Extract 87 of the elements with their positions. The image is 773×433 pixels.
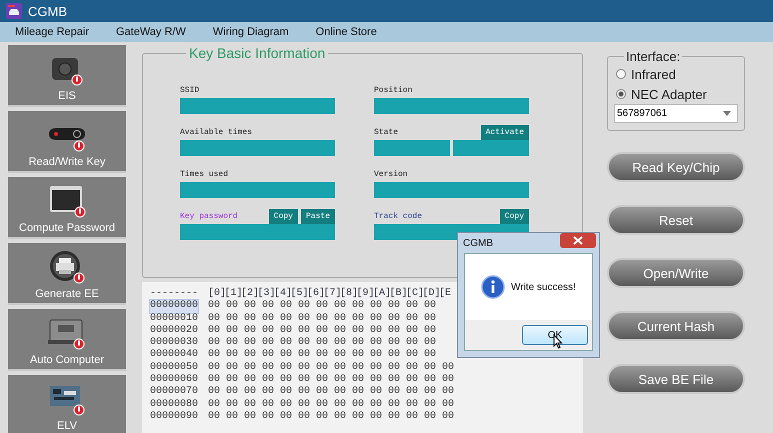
- column-header: [9]: [356, 288, 373, 300]
- column-header: [D]: [422, 288, 439, 300]
- field-label: Times used: [180, 170, 228, 181]
- field-label: State: [374, 128, 398, 139]
- column-header: [B]: [390, 288, 406, 300]
- action-button[interactable]: Current Hash: [607, 311, 745, 341]
- sidebar-item[interactable]: Auto Computer: [8, 309, 126, 371]
- menu-item[interactable]: GateWay R/W: [116, 26, 186, 38]
- app-logo-icon: [6, 3, 22, 19]
- input-field[interactable]: [374, 140, 450, 156]
- hex-offset[interactable]: 00000010: [150, 312, 198, 325]
- hex-offset[interactable]: 00000080: [150, 398, 198, 411]
- column-header: [8]: [340, 288, 356, 300]
- hex-bytes: 00 00 00 00 00 00 00 00 00 00 00 00 00: [208, 324, 436, 338]
- action-button[interactable]: Reset: [607, 205, 745, 235]
- column-header: [3]: [258, 288, 274, 300]
- hex-bytes: 00 00 00 00 00 00 00 00 00 00 00 00 00 00: [208, 386, 454, 399]
- input-field[interactable]: [453, 140, 529, 156]
- group-title: Interface:: [625, 49, 682, 64]
- field-action-button[interactable]: Copy: [500, 209, 529, 224]
- radio-label[interactable]: Infrared: [631, 66, 676, 82]
- input-field[interactable]: [180, 140, 335, 156]
- close-icon[interactable]: [560, 233, 596, 248]
- hex-bytes: 00 00 00 00 00 00 00 00 00 00 00 00 00 00: [208, 398, 454, 411]
- group-title: Key Basic Information: [188, 45, 326, 61]
- input-field[interactable]: [180, 98, 335, 114]
- field-label: Track code: [374, 212, 422, 223]
- hex-bytes: 00 00 00 00 00 00 00 00 00 00 00 00 00 00: [208, 362, 454, 374]
- input-field[interactable]: [374, 182, 529, 198]
- hex-offset[interactable]: 00000000: [150, 300, 198, 313]
- monitor-icon: [48, 184, 86, 218]
- menu-item[interactable]: Online Store: [316, 26, 377, 38]
- menu-item[interactable]: Wiring Diagram: [212, 26, 289, 38]
- dropdown-arrow-icon: [723, 111, 731, 116]
- action-button[interactable]: Read Key/Chip: [607, 152, 745, 182]
- field-action-button[interactable]: Activate: [480, 125, 529, 140]
- hex-offset[interactable]: 00000030: [150, 337, 198, 350]
- column-header: [E: [439, 288, 452, 300]
- hex-offset[interactable]: 00000020: [150, 324, 198, 338]
- hex-offset[interactable]: 00000040: [150, 349, 198, 362]
- hex-offset[interactable]: 00000070: [150, 386, 198, 399]
- menu-item[interactable]: Mileage Repair: [15, 26, 89, 38]
- input-field[interactable]: [180, 182, 335, 198]
- port-dropdown[interactable]: 567897061: [614, 104, 738, 123]
- field-label: SSID: [180, 86, 200, 97]
- column-header: [5]: [290, 288, 307, 300]
- action-button[interactable]: Save BE File: [607, 364, 745, 394]
- field-action-button[interactable]: Paste: [300, 209, 335, 224]
- column-header: [6]: [307, 288, 324, 300]
- action-button[interactable]: Open/Write: [607, 258, 745, 288]
- hex-corner: --------: [150, 288, 198, 300]
- hex-offset[interactable]: 00000090: [150, 410, 198, 424]
- radio-label[interactable]: NEC Adapter: [631, 86, 707, 102]
- field-label: Position: [374, 86, 412, 97]
- hex-bytes: 00 00 00 00 00 00 00 00 00 00 00 00 00: [208, 337, 436, 350]
- hex-bytes: 00 00 00 00 00 00 00 00 00 00 00 00 00: [208, 312, 436, 325]
- field-label: Available times: [180, 128, 252, 139]
- column-header: [1]: [224, 288, 241, 300]
- hex-offset[interactable]: 00000050: [150, 362, 198, 374]
- sidebar-item[interactable]: Read/Write Key: [8, 111, 126, 173]
- hex-bytes: 00 00 00 00 00 00 00 00 00 00 00 00 00 00: [208, 410, 454, 424]
- column-header: [A]: [373, 288, 390, 300]
- input-field[interactable]: [374, 98, 529, 114]
- sidebar-item[interactable]: EIS: [8, 45, 126, 107]
- info-icon: [481, 275, 505, 299]
- dialog-title: CGMB: [463, 238, 493, 249]
- field-action-button[interactable]: Copy: [268, 209, 298, 224]
- hex-offset[interactable]: 00000060: [150, 374, 198, 386]
- column-header: [7]: [324, 288, 340, 300]
- radio-button[interactable]: [616, 69, 626, 79]
- dialog-message: Write success!: [511, 282, 576, 292]
- window-title: CGMB: [28, 4, 67, 18]
- sidebar-item[interactable]: Compute Password: [8, 177, 126, 239]
- column-header: [2]: [241, 288, 258, 300]
- printer-icon: [48, 250, 86, 284]
- hex-bytes: 00 00 00 00 00 00 00 00 00 00 00 00 00: [208, 300, 436, 313]
- field-label: Key password: [180, 212, 238, 223]
- sidebar-item[interactable]: Generate EE: [8, 243, 126, 305]
- hex-bytes: 00 00 00 00 00 00 00 00 00 00 00 00 00: [208, 349, 436, 362]
- column-header: [4]: [274, 288, 290, 300]
- field-label: Version: [374, 170, 408, 181]
- radio-button[interactable]: [616, 89, 626, 99]
- column-header: [0]: [208, 288, 224, 300]
- sidebar-item[interactable]: ELV: [8, 375, 126, 433]
- hex-bytes: 00 00 00 00 00 00 00 00 00 00 00 00 00 00: [208, 374, 454, 386]
- column-header: [C]: [406, 288, 422, 300]
- input-field[interactable]: [180, 224, 335, 240]
